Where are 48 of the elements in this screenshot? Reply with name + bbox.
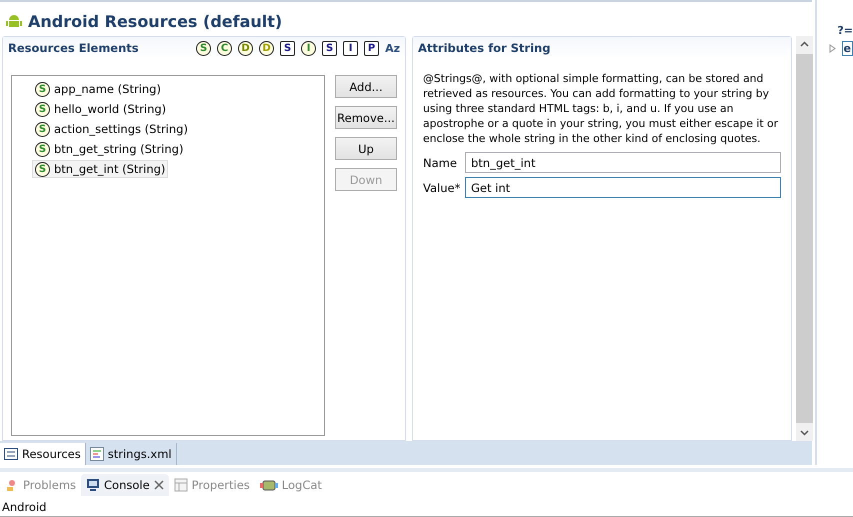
android-icon xyxy=(260,478,278,492)
text-field[interactable]: btn_get_int xyxy=(465,152,781,173)
tree-item[interactable]: S app_name (String) xyxy=(32,80,164,98)
filter-toggle[interactable]: S xyxy=(196,40,212,56)
table-icon xyxy=(174,478,188,492)
editor-tab[interactable]: Resources xyxy=(0,443,86,466)
view-tab[interactable]: Properties xyxy=(168,474,255,496)
filter-toggle[interactable]: Az xyxy=(385,42,400,54)
editor-tab[interactable]: strings.xml xyxy=(86,443,177,466)
string-resource-icon: S xyxy=(35,82,50,96)
filter-toggle[interactable]: C xyxy=(217,40,232,56)
view-tab[interactable]: Console xyxy=(81,474,169,496)
section-title: Resources Elements xyxy=(8,41,140,55)
field-label: Name xyxy=(423,156,458,170)
expand-arrow-icon[interactable] xyxy=(828,44,836,53)
tree-item[interactable]: S action_settings (String) xyxy=(32,120,191,138)
xml-file-icon xyxy=(90,447,104,462)
android-icon xyxy=(6,13,22,29)
string-resource-icon: S xyxy=(35,162,50,176)
view-tab[interactable]: Problems xyxy=(0,474,82,496)
action-button[interactable]: Up xyxy=(335,137,397,160)
filter-toggle[interactable]: P xyxy=(364,40,380,56)
view-tab[interactable]: LogCat xyxy=(254,474,327,496)
field-label: Value* xyxy=(423,180,459,194)
monitor-icon xyxy=(86,478,100,492)
outline-toolbar-label[interactable]: ?= xyxy=(837,24,853,37)
filter-toggle[interactable]: D xyxy=(238,40,254,56)
close-icon[interactable] xyxy=(154,480,164,490)
outline-node[interactable]: e xyxy=(842,41,853,56)
tree-item[interactable]: S btn_get_string (String) xyxy=(32,140,186,158)
editor-title: Android Resources (default) xyxy=(28,12,282,30)
string-resource-icon: S xyxy=(35,122,50,136)
string-resource-icon: S xyxy=(35,142,50,156)
action-button[interactable]: Remove... xyxy=(335,106,397,129)
scrollbar[interactable] xyxy=(796,36,813,442)
tree-item[interactable]: S hello_world (String) xyxy=(32,100,170,118)
section-title: Attributes for String xyxy=(418,41,552,55)
string-resource-icon: S xyxy=(35,102,50,116)
filter-toggle[interactable]: S xyxy=(322,40,338,56)
action-button[interactable]: Add... xyxy=(335,75,397,98)
filter-toggle[interactable]: I xyxy=(301,40,316,56)
form-icon xyxy=(4,448,18,460)
filter-toggle[interactable]: I xyxy=(343,40,358,56)
text-field[interactable]: Get int xyxy=(465,177,781,198)
tree-item[interactable]: S btn_get_int (String) xyxy=(32,160,168,178)
console-text: Android xyxy=(0,498,853,517)
description-text: @Strings@, with optional simple formatting, can be stored and retrieved as resources. You can add formatting to your string by using three standard HTML tags: b, i, and u. If you use an apostrophe or a quote in your string, you must either escape it or enclose the whole string in the other kind of enclosing quotes. xyxy=(423,71,780,146)
filter-toggle[interactable]: S xyxy=(280,40,296,56)
